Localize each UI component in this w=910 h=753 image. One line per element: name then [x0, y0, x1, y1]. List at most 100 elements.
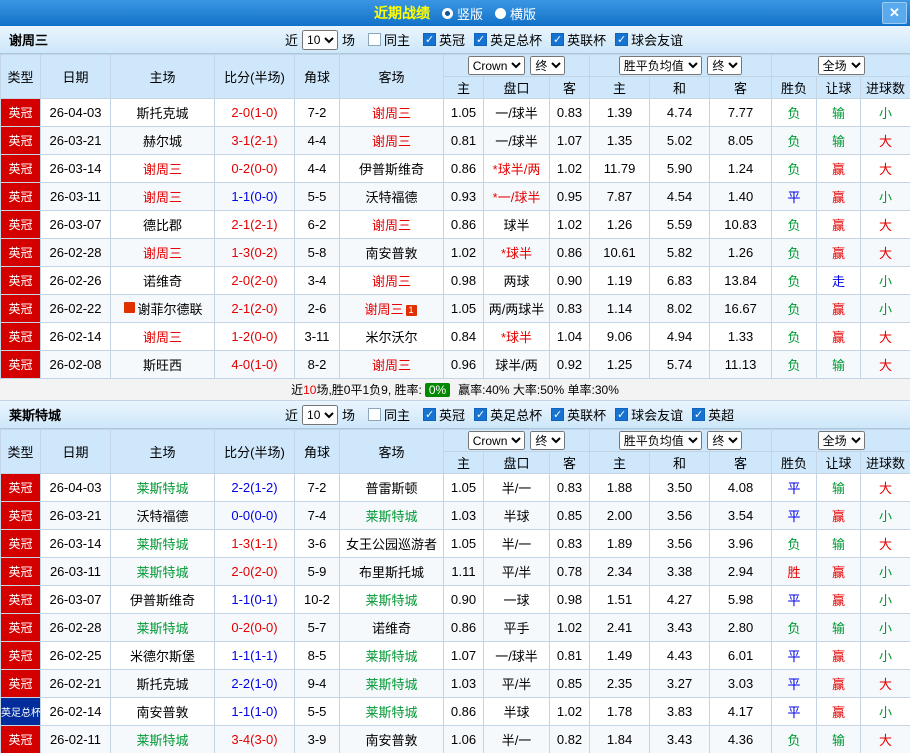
- final-odds-select[interactable]: 终: [530, 56, 566, 75]
- eu-odds-home: 1.78: [589, 697, 651, 726]
- col-score: 比分(半场): [214, 429, 295, 474]
- handicap-odds-away: 0.83: [548, 529, 591, 558]
- handicap-odds-away: 1.02: [548, 613, 591, 642]
- match-type: 英冠: [0, 501, 41, 530]
- match-row: 英冠 26-03-21 赫尔城 3-1(2-1) 4-4 谢周三 0.81 一/球半 1.07 1…: [0, 126, 910, 155]
- handicap-result: 赢: [816, 238, 862, 267]
- eu-odds-away: 2.94: [709, 557, 773, 586]
- match-row: 英冠 26-03-14 莱斯特城 1-3(1-1) 3-6 女王公园巡游者 1.05 半/一 0…: [0, 529, 910, 558]
- match-date: 26-03-21: [40, 126, 111, 155]
- final-odds-select[interactable]: 终: [707, 56, 743, 75]
- corners: 4-4: [294, 126, 340, 155]
- radio-label: 横版: [510, 6, 537, 22]
- eu-odds-draw: 3.56: [649, 529, 711, 558]
- score: 0-2(0-0): [214, 154, 295, 183]
- league-checkbox[interactable]: ✓ 英联杯: [551, 405, 606, 424]
- handicap: 半/一: [483, 529, 550, 558]
- league-checkbox[interactable]: ✓ 球会友谊: [615, 30, 683, 49]
- handicap-result: 输: [816, 725, 862, 753]
- result: 平: [771, 585, 818, 614]
- match-type: 英冠: [0, 182, 41, 211]
- games-count-select[interactable]: 10: [302, 29, 339, 50]
- match-date: 26-03-11: [40, 182, 111, 211]
- match-type: 英冠: [0, 669, 41, 698]
- match-type: 英足总杯: [0, 697, 41, 726]
- result: 平: [771, 182, 818, 211]
- league-checkbox[interactable]: ✓ 英冠: [423, 30, 465, 49]
- handicap: 半球: [483, 697, 550, 726]
- section-team-a: 谢周三 近 10 场 同主 ✓ 英冠 ✓ 英足总杯 ✓ 英联杯 ✓ 球会友谊 类…: [0, 26, 910, 401]
- same-home-checkbox[interactable]: 同主: [368, 30, 410, 49]
- scope-group: 全场: [771, 429, 910, 452]
- same-home-label: 同主: [384, 408, 411, 423]
- match-row: 英冠 26-02-28 谢周三 1-3(0-2) 5-8 南安普敦 1.02 *球半 0.86 1…: [0, 238, 910, 267]
- league-checkbox[interactable]: ✓ 英冠: [423, 405, 465, 424]
- away-team: 谢周三: [339, 210, 444, 239]
- europe-odds-select[interactable]: 胜平负均值: [618, 431, 702, 450]
- section-header: 谢周三 近 10 场 同主 ✓ 英冠 ✓ 英足总杯 ✓ 英联杯 ✓ 球会友谊: [0, 26, 910, 54]
- score: 2-0(2-0): [214, 266, 295, 295]
- handicap: *一/球半: [483, 182, 550, 211]
- score: 1-1(1-0): [214, 697, 295, 726]
- games-count-select[interactable]: 10: [302, 404, 339, 425]
- final-odds-select[interactable]: 终: [530, 431, 566, 450]
- league-label: 英联杯: [567, 33, 607, 48]
- handicap-result: 输: [816, 350, 862, 379]
- bookmaker-select[interactable]: Crown: [467, 56, 525, 75]
- match-date: 26-02-28: [40, 613, 111, 642]
- eu-odds-away: 11.13: [709, 350, 773, 379]
- eu-odds-home: 2.41: [589, 613, 651, 642]
- league-label: 英冠: [439, 408, 466, 423]
- handicap-odds-away: 0.92: [548, 350, 591, 379]
- handicap-odds-home: 0.86: [443, 154, 484, 183]
- handicap: *球半: [483, 238, 550, 267]
- league-label: 英足总杯: [490, 33, 543, 48]
- league-checkbox[interactable]: ✓ 英足总杯: [474, 405, 542, 424]
- eu-odds-draw: 6.83: [649, 266, 711, 295]
- result: 负: [771, 350, 818, 379]
- corners: 5-8: [294, 238, 340, 267]
- league-checkbox[interactable]: ✓ 球会友谊: [615, 405, 683, 424]
- away-team: 普雷斯顿: [339, 473, 444, 502]
- score: 2-1(2-0): [214, 294, 295, 323]
- eu-odds-away: 3.96: [709, 529, 773, 558]
- match-row: 英冠 26-02-11 莱斯特城 3-4(3-0) 3-9 南安普敦 1.06 半/一 0.82…: [0, 725, 910, 753]
- final-odds-select[interactable]: 终: [707, 431, 743, 450]
- results-table-body: 英冠 26-04-03 莱斯特城 2-2(1-2) 7-2 普雷斯顿 1.05 半/一 0.83…: [0, 473, 910, 753]
- eu-odds-draw: 4.27: [649, 585, 711, 614]
- handicap-odds-home: 1.03: [443, 501, 484, 530]
- scope-select[interactable]: 全场: [817, 431, 865, 450]
- col-let-ball: 让球: [816, 451, 862, 474]
- goals-result: 大: [860, 473, 910, 502]
- home-team: 莱斯特城: [110, 473, 215, 502]
- match-date: 26-04-03: [40, 473, 111, 502]
- eu-odds-away: 6.01: [709, 641, 773, 670]
- handicap-odds-away: 1.02: [548, 154, 591, 183]
- goals-result: 小: [860, 182, 910, 211]
- league-checkbox[interactable]: ✓ 英足总杯: [474, 30, 542, 49]
- close-button[interactable]: ✕: [882, 2, 907, 24]
- same-home-checkbox[interactable]: 同主: [368, 405, 410, 424]
- corners: 4-4: [294, 154, 340, 183]
- eu-odds-away: 7.77: [709, 98, 773, 127]
- match-type: 英冠: [0, 266, 41, 295]
- scope-select[interactable]: 全场: [817, 56, 865, 75]
- match-row: 英冠 26-02-22 谢菲尔德联 2-1(2-0) 2-6 谢周三 1 1.05 两/两球半 0…: [0, 294, 910, 323]
- league-checkbox[interactable]: ✓ 英超: [692, 405, 734, 424]
- layout-radio-vertical[interactable]: 竖版: [441, 4, 483, 23]
- eu-odds-draw: 3.27: [649, 669, 711, 698]
- home-team: 莱斯特城: [110, 529, 215, 558]
- handicap-odds-away: 0.81: [548, 641, 591, 670]
- match-row: 英冠 26-02-28 莱斯特城 0-2(0-0) 5-7 诺维奇 0.86 平手 1.02 2.…: [0, 613, 910, 642]
- europe-odds-select[interactable]: 胜平负均值: [618, 56, 702, 75]
- layout-radio-horizontal[interactable]: 横版: [495, 4, 536, 23]
- handicap: 一球: [483, 585, 550, 614]
- eu-odds-draw: 4.43: [649, 641, 711, 670]
- bookmaker-select[interactable]: Crown: [467, 431, 525, 450]
- match-row: 英冠 26-02-26 诺维奇 2-0(2-0) 3-4 谢周三 0.98 两球 0.90 1.1…: [0, 266, 910, 295]
- league-checkbox[interactable]: ✓ 英联杯: [551, 30, 606, 49]
- match-date: 26-04-03: [40, 98, 111, 127]
- near-label: 近: [285, 408, 299, 423]
- summary-count: 10: [303, 382, 317, 397]
- team-name: 莱斯特城: [9, 408, 62, 423]
